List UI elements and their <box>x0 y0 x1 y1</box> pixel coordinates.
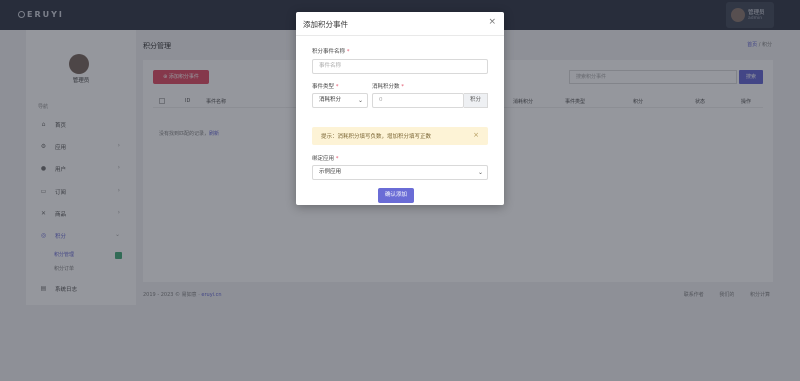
required-mark: * <box>335 84 339 90</box>
points-unit-addon: 积分 <box>464 93 488 108</box>
chevron-down-icon: ⌄ <box>357 97 363 104</box>
confirm-add-button[interactable]: 确认添加 <box>378 188 414 203</box>
event-name-input[interactable]: 事件名称 <box>312 59 488 74</box>
hint-text: 提示：消耗积分填写负数，增加积分填写正数 <box>321 134 432 140</box>
close-icon[interactable]: × <box>473 131 479 139</box>
add-points-event-modal: 添加积分事件 × 积分事件名称 * 事件名称 事件类型 * 消耗积分 ⌄ 消耗积… <box>296 12 504 205</box>
modal-header: 添加积分事件 × <box>296 12 504 36</box>
bind-app-label: 绑定应用 * <box>312 156 339 162</box>
modal-title: 添加积分事件 <box>303 20 348 29</box>
required-mark: * <box>335 156 339 162</box>
close-icon[interactable]: × <box>488 17 496 27</box>
required-mark: * <box>401 84 405 90</box>
required-mark: * <box>346 49 350 55</box>
points-amount-label: 消耗积分数 * <box>372 84 405 90</box>
event-name-label: 积分事件名称 * <box>312 49 350 55</box>
event-type-select[interactable]: 消耗积分 ⌄ <box>312 93 368 108</box>
chevron-down-icon: ⌄ <box>477 169 483 176</box>
event-type-label: 事件类型 * <box>312 84 339 90</box>
hint-alert: 提示：消耗积分填写负数，增加积分填写正数 × <box>312 127 488 145</box>
bind-app-select[interactable]: 示例应用 ⌄ <box>312 165 488 180</box>
points-amount-input[interactable]: 0 <box>372 93 464 108</box>
